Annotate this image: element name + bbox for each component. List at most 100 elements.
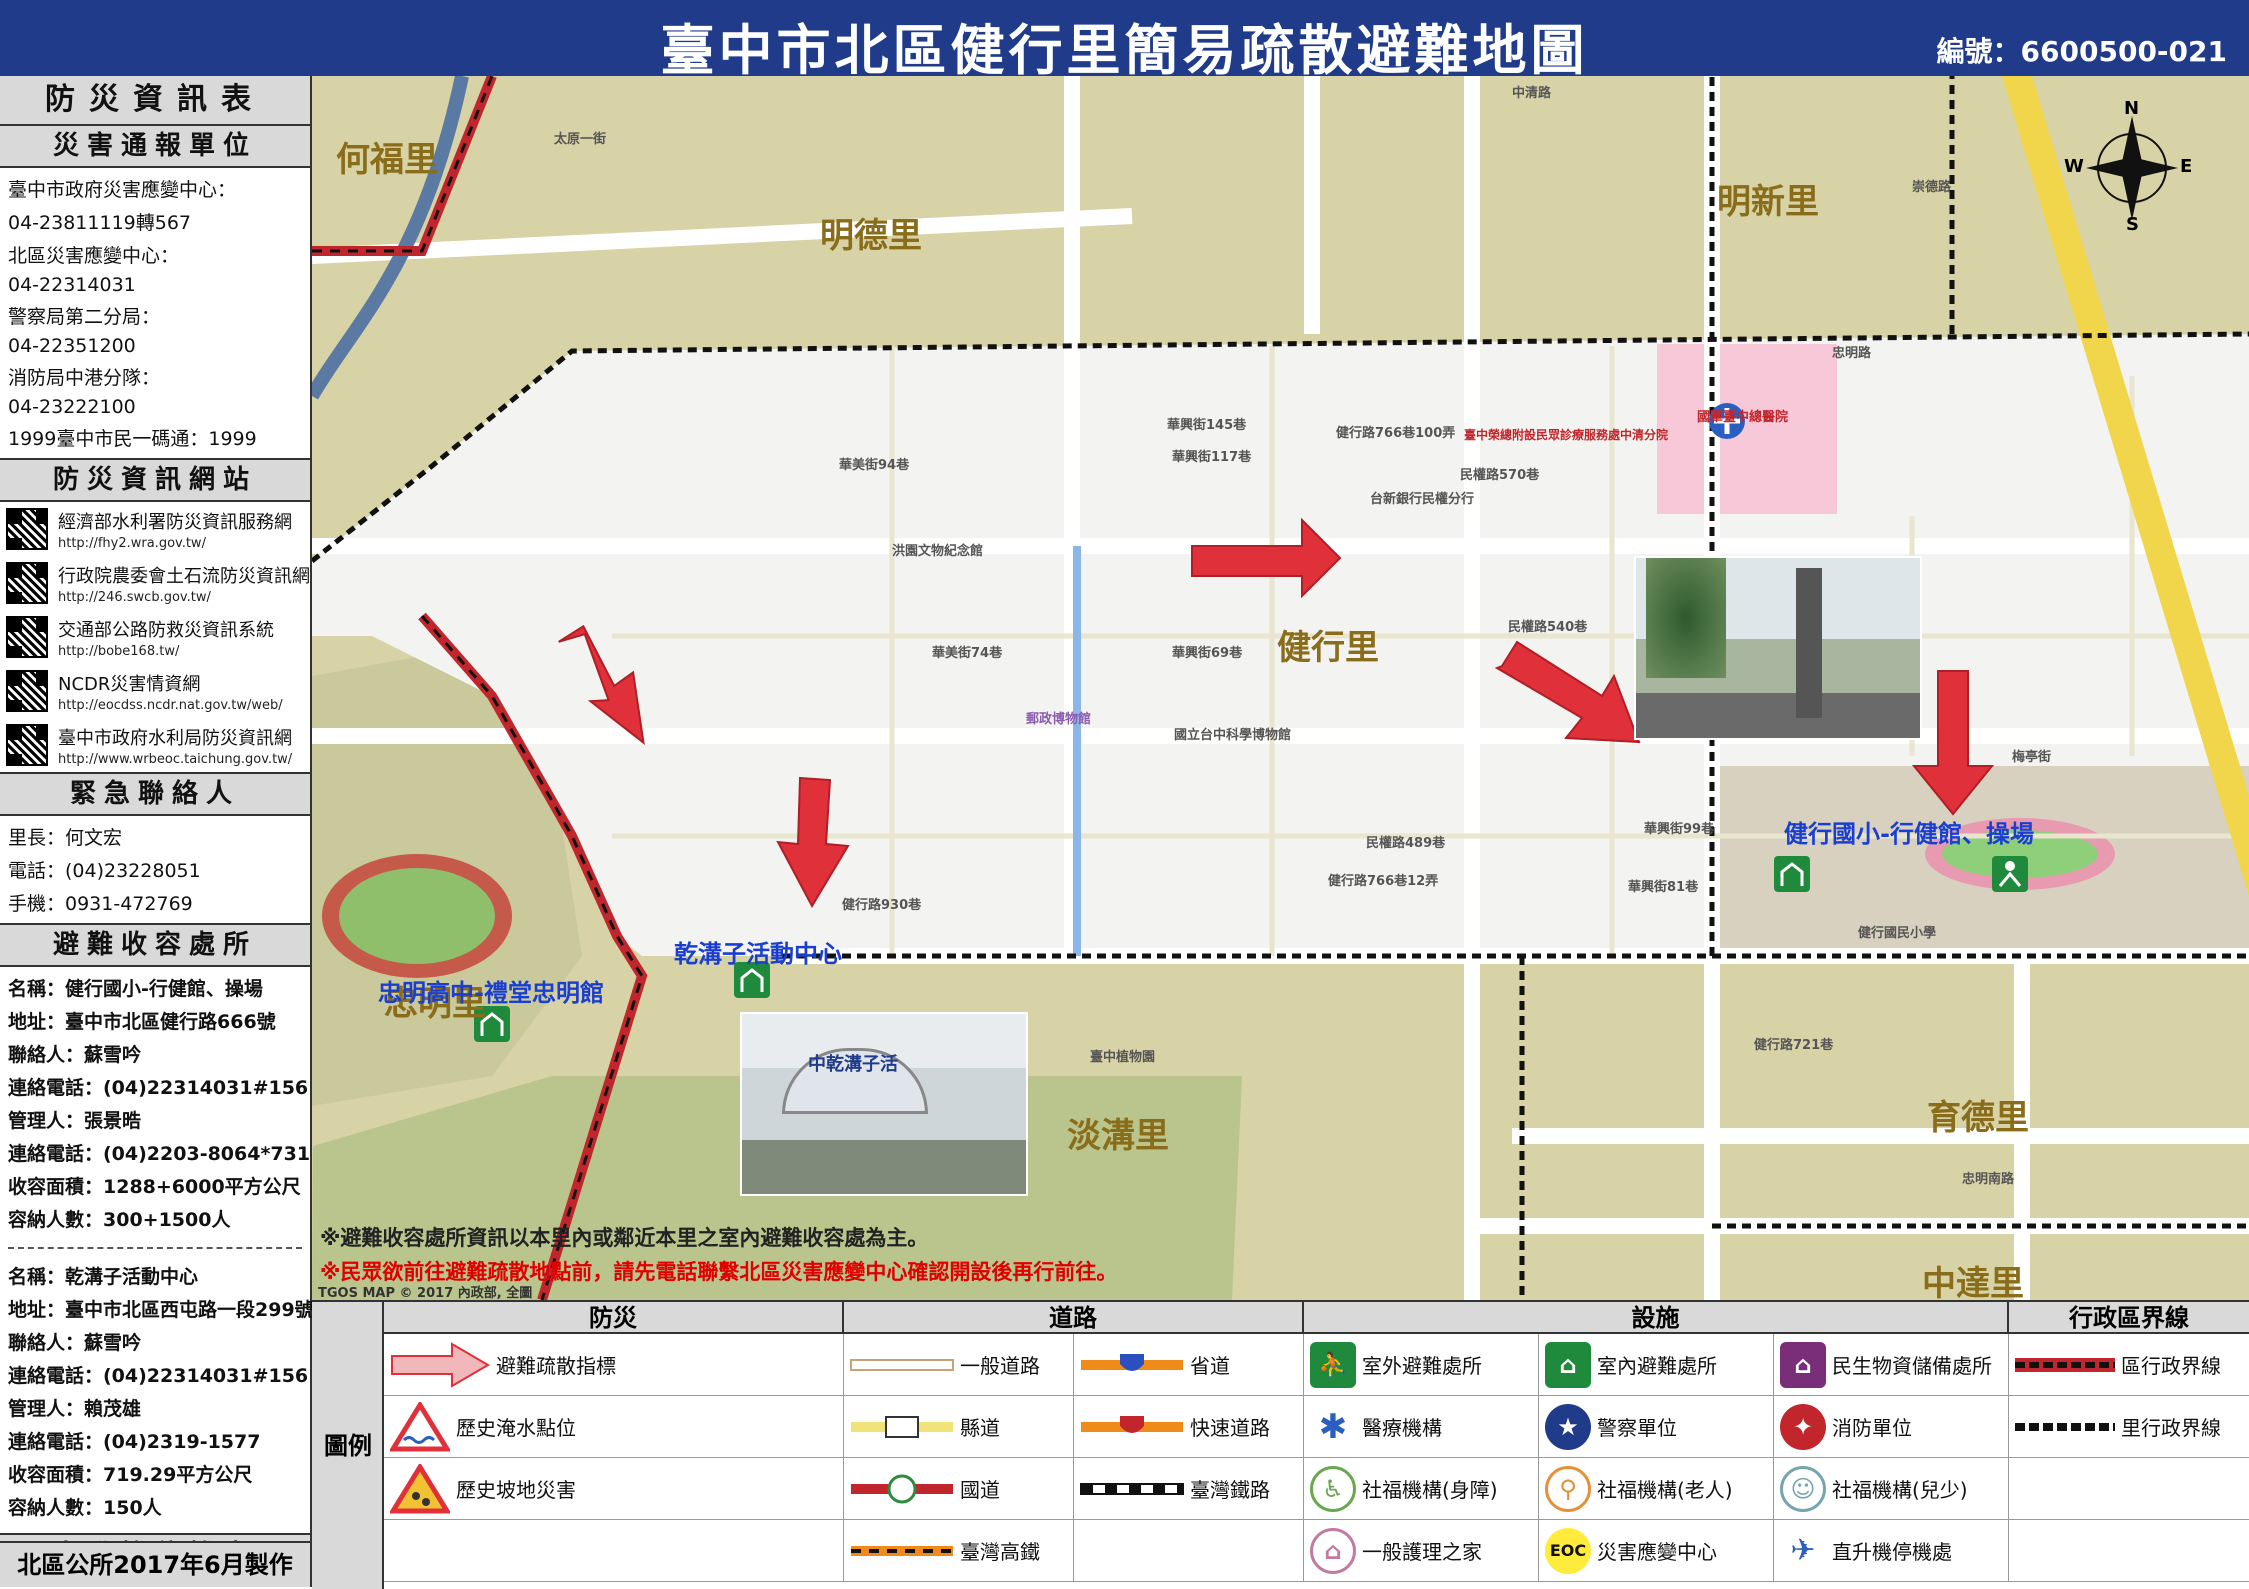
outdoor-shelter-icon: ⛹ bbox=[1310, 1341, 1356, 1388]
district-line-icon bbox=[2015, 1357, 2115, 1372]
palm-trees bbox=[1646, 558, 1726, 678]
area-label-mingde: 明德里 bbox=[820, 216, 922, 256]
credit: 北區公所2017年6月製作 bbox=[0, 1541, 310, 1587]
shelter1-info: 名稱：健行國小-行健館、操場 地址：臺中市北區健行路666號 聯絡人：蘇雪吟 連… bbox=[0, 967, 310, 1239]
legend-helipad: ✈ 直升機停機處 bbox=[1774, 1520, 2009, 1582]
children-icon: ☺ bbox=[1780, 1465, 1826, 1512]
report-title: 災害通報單位 bbox=[0, 126, 310, 168]
site-url[interactable]: http://eocdss.ncdr.nat.gov.tw/web/ bbox=[58, 698, 283, 713]
evac-arrow-icon bbox=[390, 1341, 490, 1388]
site-name: 經濟部水利署防災資訊服務網 bbox=[58, 511, 292, 533]
header: 臺中市北區健行里簡易疏散避難地圖 編號：6600500-021 bbox=[0, 0, 2249, 82]
compass-w: W bbox=[2064, 156, 2084, 177]
site-item[interactable]: 經濟部水利署防災資訊服務網 http://fhy2.wra.gov.tw/ bbox=[0, 502, 310, 556]
shelter-line: 連絡電話：(04)22314031#156 bbox=[8, 1365, 309, 1387]
street-label: 崇德路 bbox=[1912, 180, 1952, 195]
shelter-line: 聯絡人：蘇雪吟 bbox=[8, 1332, 142, 1354]
legend-label: 室內避難處所 bbox=[1597, 1354, 1717, 1378]
site-name: 行政院農委會土石流防災資訊網 bbox=[58, 565, 310, 587]
place-label: 郵政博物館 bbox=[1026, 712, 1092, 727]
helicopter-icon: ✈ bbox=[1780, 1527, 1826, 1574]
li-line-icon bbox=[2015, 1422, 2115, 1432]
place-label: 國軍臺中總醫院 bbox=[1697, 410, 1789, 425]
report-line: 04-23222100 bbox=[8, 396, 136, 418]
site-item[interactable]: NCDR災害情資網 http://eocdss.ncdr.nat.gov.tw/w… bbox=[0, 664, 310, 718]
road-national-icon bbox=[850, 1474, 954, 1504]
legend-nursing: ⌂ 一般護理之家 bbox=[1304, 1520, 1539, 1582]
legend-label: 省道 bbox=[1190, 1354, 1230, 1378]
area-label-yude: 育德里 bbox=[1927, 1098, 2029, 1138]
legend-li-line: 里行政界線 bbox=[2009, 1396, 2249, 1458]
qr-code-icon bbox=[6, 508, 48, 550]
place-label: 健行國民小學 bbox=[1858, 926, 1937, 941]
legend-label: 一般道路 bbox=[960, 1354, 1040, 1378]
road-county-icon bbox=[850, 1415, 954, 1439]
hospital-area bbox=[1657, 344, 1837, 514]
shelter-line: 容納人數：150人 bbox=[8, 1497, 162, 1519]
area-label-danguo: 淡溝里 bbox=[1067, 1116, 1169, 1156]
street-label: 太原一街 bbox=[554, 132, 607, 147]
map-area[interactable]: 何福里 明德里 明新里 健行里 淡溝里 育德里 中達里 忠明里 健行國小-行健館… bbox=[312, 76, 2249, 1300]
site-url[interactable]: http://www.wrbeoc.taichung.gov.tw/ bbox=[58, 752, 292, 767]
railway-icon bbox=[1080, 1481, 1184, 1497]
compass-icon: N S E W bbox=[2064, 98, 2193, 235]
street-label: 健行路721巷 bbox=[1754, 1038, 1834, 1053]
shelter-line: 連絡電話：(04)2203-8064*731 bbox=[8, 1143, 311, 1165]
site-item[interactable]: 臺中市政府水利局防災資訊網 http://www.wrbeoc.taichung.… bbox=[0, 718, 310, 772]
report-list: 臺中市政府災害應變中心： 04-23811119轉567 北區災害應變中心： 0… bbox=[0, 168, 310, 458]
site-item[interactable]: 行政院農委會土石流防災資訊網 http://246.swcb.gov.tw/ bbox=[0, 556, 310, 610]
place-label: 臺中榮總附設民眾診療服務處中清分院 bbox=[1464, 428, 1669, 442]
shelter-line: 收容面積：719.29平方公尺 bbox=[8, 1464, 253, 1486]
contact-line: 電話：(04)23228051 bbox=[8, 860, 201, 882]
info-title: 防災資訊表 bbox=[0, 76, 310, 126]
street-label: 梅亭街 bbox=[2012, 750, 2052, 765]
shelter-title: 避難收容處所 bbox=[0, 923, 310, 967]
shelter2-info: 名稱：乾溝子活動中心 地址：臺中市北區西屯路一段299號 聯絡人：蘇雪吟 連絡電… bbox=[0, 1257, 314, 1525]
legend-head-disaster: 防災 bbox=[384, 1302, 844, 1334]
site-url[interactable]: http://bobe168.tw/ bbox=[58, 644, 274, 659]
map-code: 編號：6600500-021 bbox=[1936, 35, 2227, 68]
field bbox=[339, 868, 495, 964]
road-provincial-icon bbox=[1080, 1350, 1184, 1380]
legend-welfare-children: ☺ 社福機構(兒少) bbox=[1774, 1458, 2009, 1520]
sites-list: 經濟部水利署防災資訊服務網 http://fhy2.wra.gov.tw/ 行政院… bbox=[0, 502, 310, 772]
legend-evac-arrow: 避難疏散指標 bbox=[384, 1334, 844, 1396]
legend-district-line: 區行政界線 bbox=[2009, 1334, 2249, 1396]
legend-supplies: ⌂ 民生物資儲備處所 bbox=[1774, 1334, 2009, 1396]
legend-label: 縣道 bbox=[960, 1416, 1000, 1440]
street-label: 中清路 bbox=[1512, 86, 1552, 101]
shelter-line: 地址：臺中市北區西屯路一段299號 bbox=[8, 1299, 314, 1321]
legend: 圖例 防災 道路 設施 行政區界線 避難疏散指標 歷史淹水點位 歷史坡地災害 一… bbox=[312, 1300, 2249, 1589]
map-title: 臺中市北區健行里簡易疏散避難地圖 bbox=[660, 19, 1589, 82]
legend-label: 避難疏散指標 bbox=[496, 1354, 616, 1378]
street-label: 健行路766巷12弄 bbox=[1328, 874, 1439, 889]
street-label: 華興街69巷 bbox=[1172, 646, 1243, 661]
report-line: 04-23811119轉567 bbox=[8, 212, 192, 234]
legend-flood: 歷史淹水點位 bbox=[384, 1396, 844, 1458]
shelter-line: 連絡電話：(04)2319-1577 bbox=[8, 1431, 261, 1453]
nursing-icon: ⌂ bbox=[1310, 1527, 1356, 1574]
legend-landslide: 歷史坡地災害 bbox=[384, 1458, 844, 1520]
sites-title: 防災資訊網站 bbox=[0, 458, 310, 502]
compass-n: N bbox=[2124, 98, 2140, 119]
site-url[interactable]: http://fhy2.wra.gov.tw/ bbox=[58, 536, 292, 551]
report-line: 臺中市政府災害應變中心： bbox=[8, 179, 237, 201]
legend-empty bbox=[2009, 1458, 2249, 1520]
center-photo: 中乾溝子活 bbox=[740, 1012, 1028, 1196]
elderly-icon: ⚲ bbox=[1545, 1465, 1591, 1512]
school-photo bbox=[1634, 556, 1922, 740]
legend-label: 社福機構(身障) bbox=[1362, 1478, 1498, 1502]
site-item[interactable]: 交通部公路防救災資訊系統 http://bobe168.tw/ bbox=[0, 610, 310, 664]
legend-title: 圖例 bbox=[312, 1302, 384, 1589]
legend-fire: ✦ 消防單位 bbox=[1774, 1396, 2009, 1458]
road-general-icon bbox=[850, 1355, 954, 1375]
legend-label: 里行政界線 bbox=[2121, 1416, 2221, 1440]
shelter-line: 名稱：乾溝子活動中心 bbox=[8, 1266, 199, 1288]
legend-welfare-elderly: ⚲ 社福機構(老人) bbox=[1539, 1458, 1774, 1520]
street-label: 忠明南路 bbox=[1962, 1172, 2015, 1187]
site-url[interactable]: http://246.swcb.gov.tw/ bbox=[58, 590, 310, 605]
legend-railway: 臺灣鐵路 bbox=[1074, 1458, 1304, 1520]
compass-e: E bbox=[2180, 156, 2193, 177]
eoc-icon: EOC bbox=[1545, 1527, 1591, 1574]
area-label-jianxing: 健行里 bbox=[1277, 628, 1379, 668]
